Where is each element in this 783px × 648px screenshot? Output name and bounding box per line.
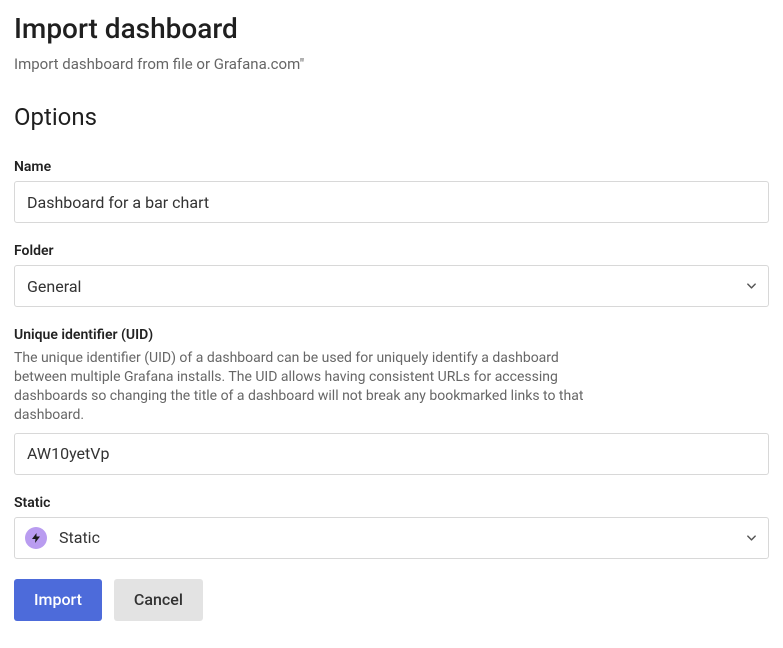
cancel-button[interactable]: Cancel xyxy=(114,579,203,621)
folder-field: Folder General xyxy=(14,243,769,307)
uid-label: Unique identifier (UID) xyxy=(14,327,769,343)
static-field: Static Static xyxy=(14,495,769,559)
uid-field: Unique identifier (UID) The unique ident… xyxy=(14,327,769,475)
folder-select-value: General xyxy=(27,277,81,296)
lightning-icon xyxy=(25,527,47,549)
options-heading: Options xyxy=(14,103,769,131)
static-select-value: Static xyxy=(59,528,100,547)
folder-label: Folder xyxy=(14,243,769,259)
name-input[interactable] xyxy=(14,181,769,223)
page-title: Import dashboard xyxy=(14,12,769,45)
uid-description: The unique identifier (UID) of a dashboa… xyxy=(14,349,604,425)
static-select[interactable]: Static xyxy=(14,517,769,559)
folder-select[interactable]: General xyxy=(14,265,769,307)
static-label: Static xyxy=(14,495,769,511)
import-button[interactable]: Import xyxy=(14,579,102,621)
button-row: Import Cancel xyxy=(14,579,769,621)
page-subtitle: Import dashboard from file or Grafana.co… xyxy=(14,55,769,73)
name-field: Name xyxy=(14,159,769,223)
uid-input[interactable] xyxy=(14,433,769,475)
name-label: Name xyxy=(14,159,769,175)
